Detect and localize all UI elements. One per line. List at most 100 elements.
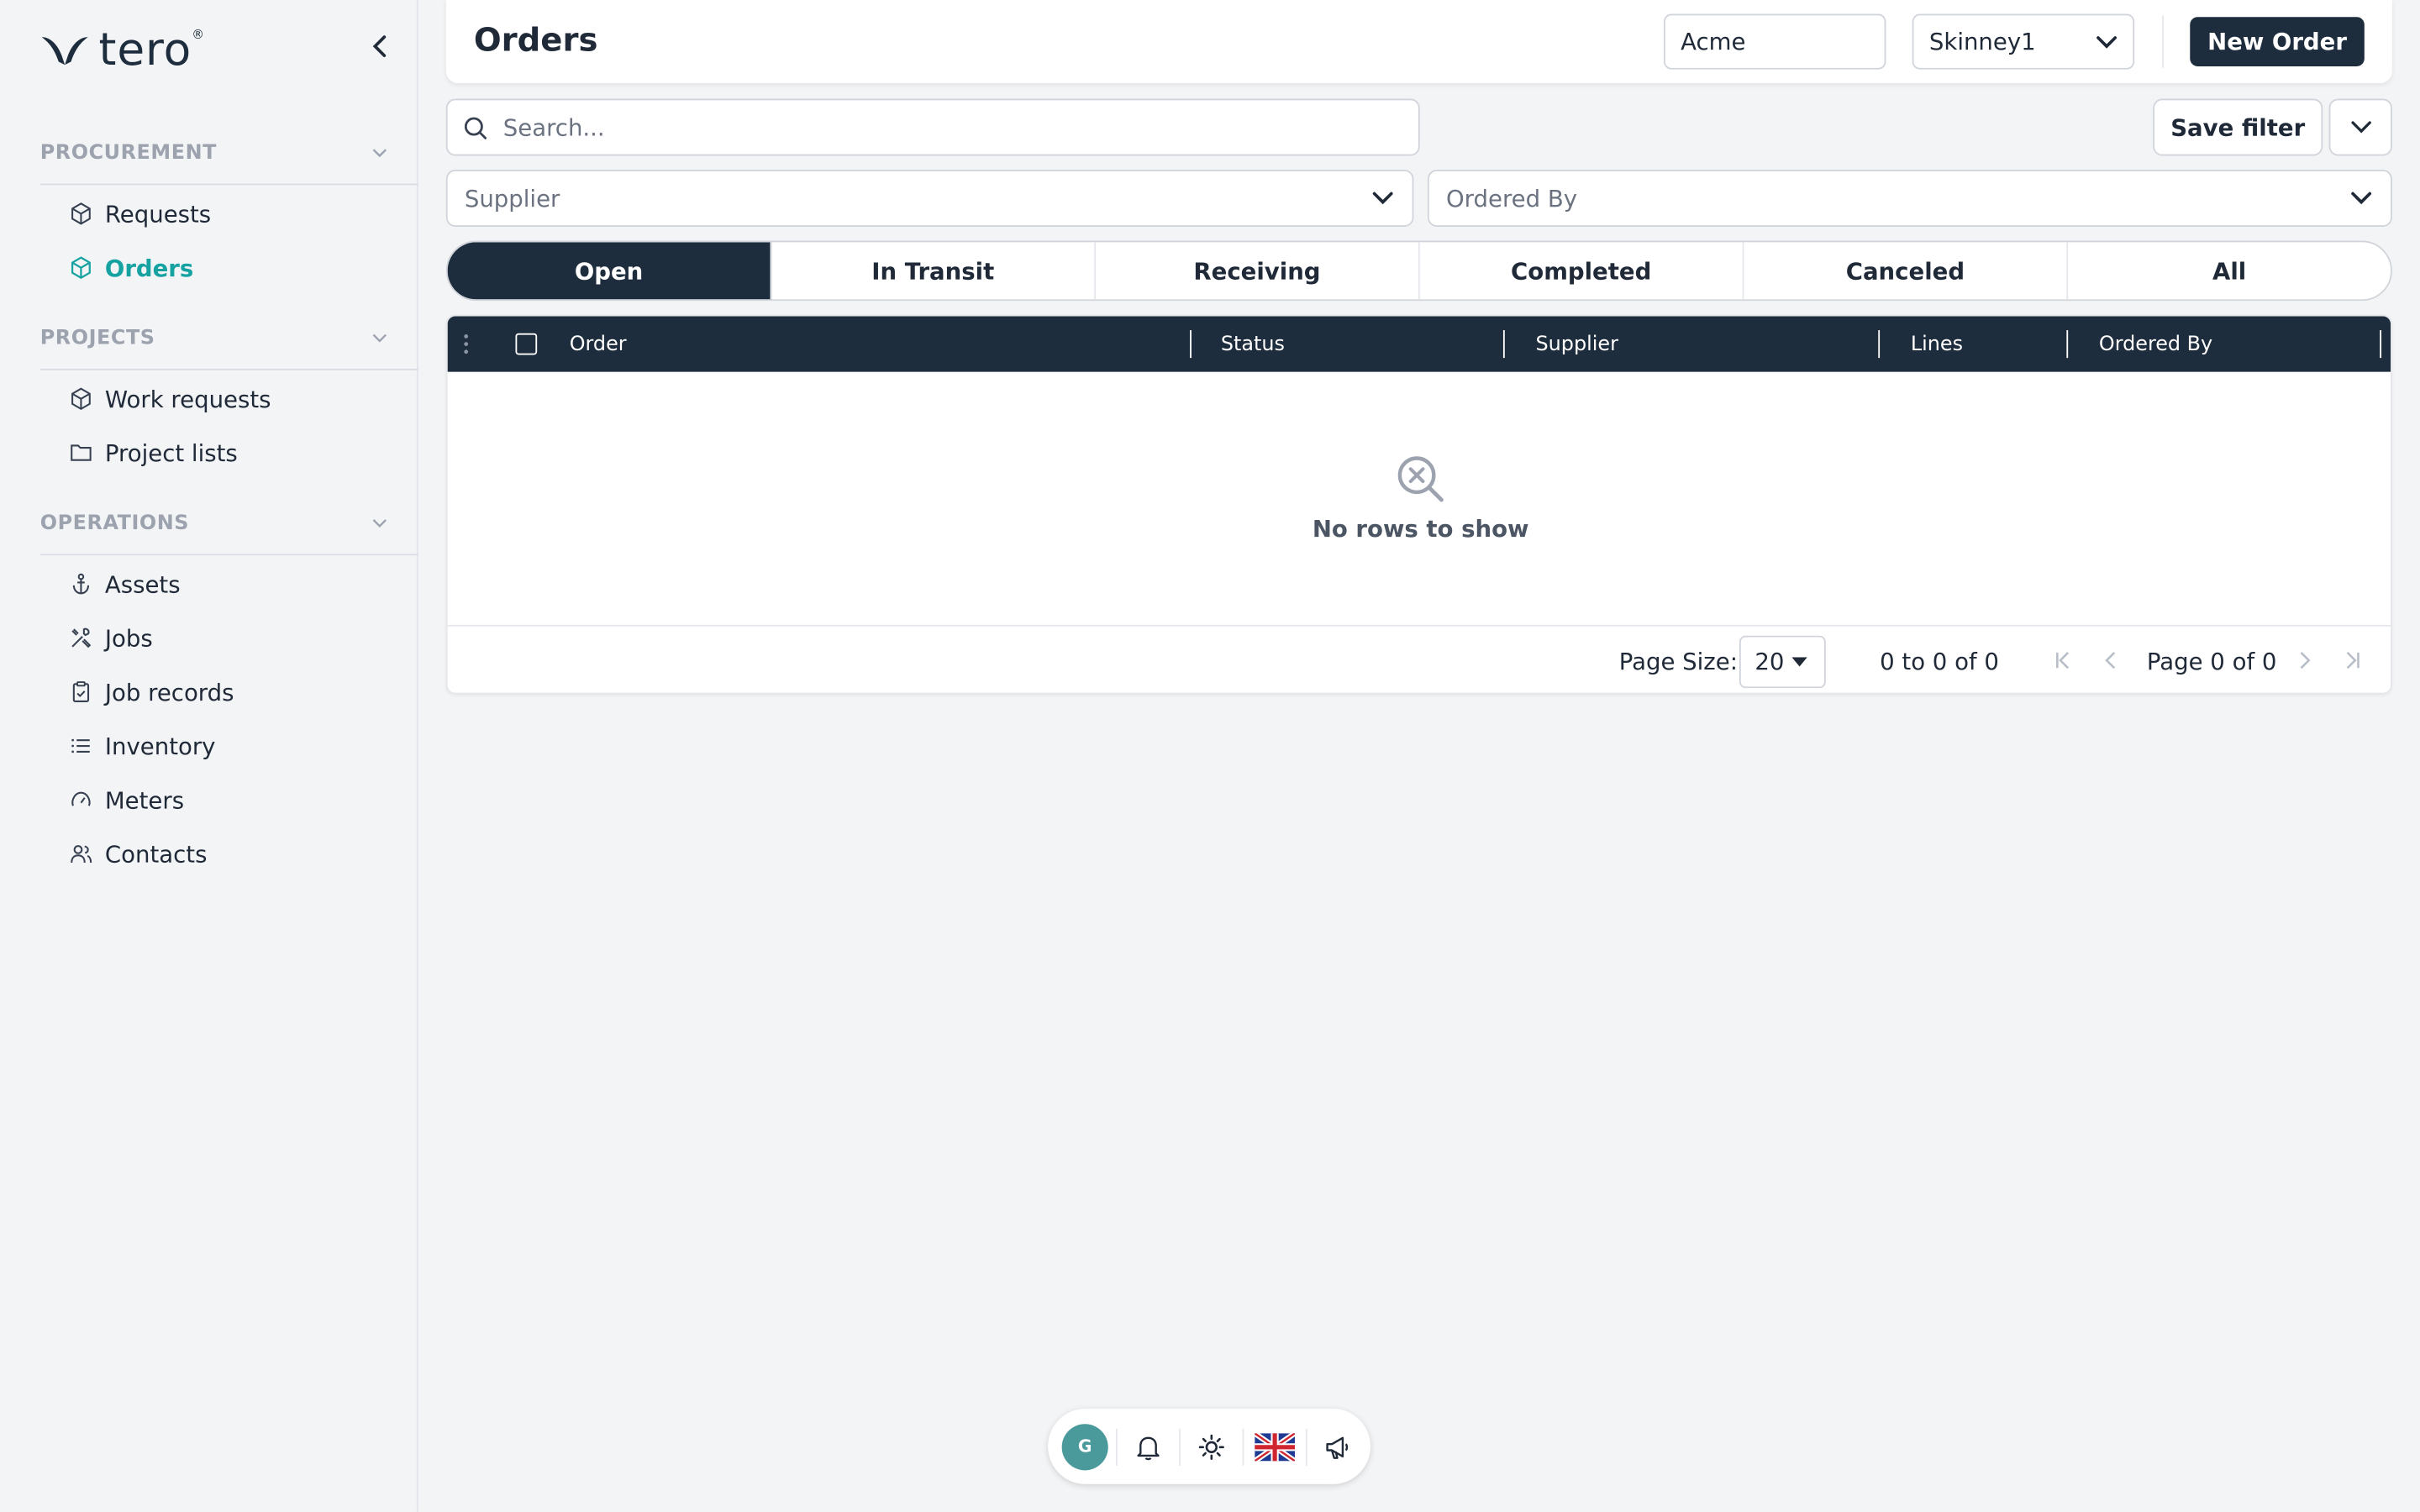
- section-header[interactable]: OPERATIONS: [0, 506, 418, 539]
- previous-page-button[interactable]: [2101, 649, 2123, 671]
- page-size-label: Page Size:: [1618, 648, 1739, 676]
- column-resize-handle[interactable]: [1878, 330, 1881, 359]
- section-header[interactable]: PROCUREMENT: [0, 136, 418, 170]
- site-select[interactable]: Skinney1: [1912, 13, 2135, 70]
- clipboard-icon: [68, 680, 92, 704]
- search-input[interactable]: [502, 113, 1368, 142]
- sidebar-item-orders[interactable]: Orders: [0, 241, 418, 295]
- collapse-sidebar-button[interactable]: [364, 31, 395, 62]
- save-filter-menu-button[interactable]: [2328, 98, 2392, 156]
- cube-icon: [68, 255, 92, 280]
- page-title: Orders: [473, 21, 598, 59]
- sidebar-item-label: Assets: [104, 570, 181, 598]
- sidebar-item-label: Meters: [104, 785, 185, 814]
- next-page-button[interactable]: [2293, 649, 2315, 671]
- column-header-status[interactable]: Status: [1221, 317, 1285, 372]
- new-order-button[interactable]: New Order: [2190, 17, 2365, 66]
- tab-receiving[interactable]: Receiving: [1096, 242, 1420, 300]
- column-header-order[interactable]: Order: [570, 317, 627, 372]
- section-title: PROCUREMENT: [39, 141, 217, 165]
- sidebar-item-label: Project lists: [104, 438, 238, 467]
- caret-down-icon: [1791, 657, 1807, 667]
- cube-icon: [68, 386, 92, 411]
- table-header: Order Status Supplier Lines Ordered By: [447, 316, 2391, 372]
- ordered-by-filter[interactable]: Ordered By: [1427, 170, 2392, 227]
- logo[interactable]: tero ®: [40, 22, 204, 77]
- language-button[interactable]: [1252, 1423, 1298, 1469]
- page-indicator: Page 0 of 0: [2146, 648, 2277, 676]
- sidebar-item-contacts[interactable]: Contacts: [0, 827, 418, 880]
- divider: [1305, 1427, 1307, 1465]
- divider: [39, 554, 418, 556]
- first-page-button[interactable]: [2053, 649, 2075, 671]
- sidebar-item-label: Inventory: [104, 732, 216, 760]
- select-all-checkbox[interactable]: [515, 333, 538, 355]
- chevron-down-icon: [1372, 192, 1393, 205]
- chevron-down-icon: [2350, 121, 2370, 134]
- chevron-down-icon: [2351, 192, 2372, 205]
- last-page-button[interactable]: [2341, 649, 2363, 671]
- uk-flag-icon: [1255, 1432, 1295, 1461]
- empty-state: No rows to show: [448, 372, 2391, 625]
- chevron-down-icon: [372, 149, 387, 158]
- last-page-icon: [2346, 652, 2360, 669]
- list-icon: [68, 733, 92, 758]
- divider: [2162, 15, 2165, 68]
- page-size-value: 20: [1754, 648, 1785, 676]
- drag-handle-icon[interactable]: [463, 333, 469, 355]
- sidebar-item-label: Job records: [104, 678, 234, 706]
- column-header-supplier[interactable]: Supplier: [1536, 317, 1618, 372]
- column-resize-handle[interactable]: [1502, 330, 1505, 359]
- sidebar-section-projects: PROJECTS Work requests Project lists: [0, 321, 418, 480]
- site-select-value: Skinney1: [1928, 28, 2036, 56]
- sidebar-section-operations: OPERATIONS Assets Jobs Job records Inven…: [0, 506, 418, 880]
- section-title: PROJECTS: [39, 326, 155, 350]
- cube-icon: [68, 202, 92, 226]
- chevron-down-icon: [372, 519, 387, 528]
- status-tabs: Open In Transit Receiving Completed Canc…: [445, 240, 2392, 302]
- search-icon: [464, 116, 487, 139]
- tab-open[interactable]: Open: [447, 242, 772, 300]
- users-icon: [68, 842, 92, 866]
- tab-completed[interactable]: Completed: [1420, 242, 1744, 300]
- column-header-ordered-by[interactable]: Ordered By: [2099, 317, 2212, 372]
- sidebar-item-assets[interactable]: Assets: [0, 557, 418, 611]
- save-filter-button[interactable]: Save filter: [2153, 98, 2323, 156]
- company-input[interactable]: [1663, 13, 1886, 70]
- sidebar-item-requests[interactable]: Requests: [0, 186, 418, 240]
- search-no-results-icon: [1397, 456, 1443, 502]
- column-resize-handle[interactable]: [1190, 330, 1192, 359]
- column-header-lines[interactable]: Lines: [1911, 317, 1963, 372]
- ordered-by-filter-placeholder: Ordered By: [1445, 184, 1578, 213]
- section-header[interactable]: PROJECTS: [0, 321, 418, 354]
- sidebar-item-project-lists[interactable]: Project lists: [0, 426, 418, 480]
- tab-in-transit[interactable]: In Transit: [771, 242, 1097, 300]
- sidebar-item-inventory[interactable]: Inventory: [0, 719, 418, 773]
- tab-canceled[interactable]: Canceled: [1744, 242, 2069, 300]
- sidebar-item-job-records[interactable]: Job records: [0, 665, 418, 719]
- announcements-button[interactable]: [1315, 1423, 1361, 1469]
- search-box[interactable]: [445, 98, 1420, 156]
- page-header: Orders Skinney1 New Order: [445, 0, 2392, 84]
- notifications-button[interactable]: [1125, 1423, 1171, 1469]
- tab-all[interactable]: All: [2068, 242, 2391, 299]
- divider: [39, 368, 418, 370]
- column-resize-handle[interactable]: [2066, 330, 2069, 359]
- logo-text: tero: [98, 23, 192, 76]
- supplier-filter-placeholder: Supplier: [464, 184, 560, 213]
- sidebar-item-label: Contacts: [104, 840, 208, 869]
- divider: [1242, 1427, 1244, 1465]
- column-resize-handle[interactable]: [2380, 330, 2382, 359]
- page-size-select[interactable]: 20: [1739, 635, 1826, 689]
- supplier-filter[interactable]: Supplier: [445, 170, 1414, 227]
- avatar[interactable]: G: [1061, 1423, 1108, 1470]
- sidebar-item-label: Work requests: [104, 385, 271, 413]
- divider: [1115, 1427, 1118, 1465]
- theme-toggle-button[interactable]: [1188, 1423, 1234, 1469]
- sidebar-item-jobs[interactable]: Jobs: [0, 611, 418, 664]
- sidebar-item-meters[interactable]: Meters: [0, 773, 418, 827]
- chevron-down-icon: [372, 333, 387, 343]
- tools-icon: [68, 626, 92, 650]
- sidebar-item-work-requests[interactable]: Work requests: [0, 372, 418, 426]
- sidebar: tero ® PROCUREMENT Requests Orders PROJE…: [0, 0, 418, 1512]
